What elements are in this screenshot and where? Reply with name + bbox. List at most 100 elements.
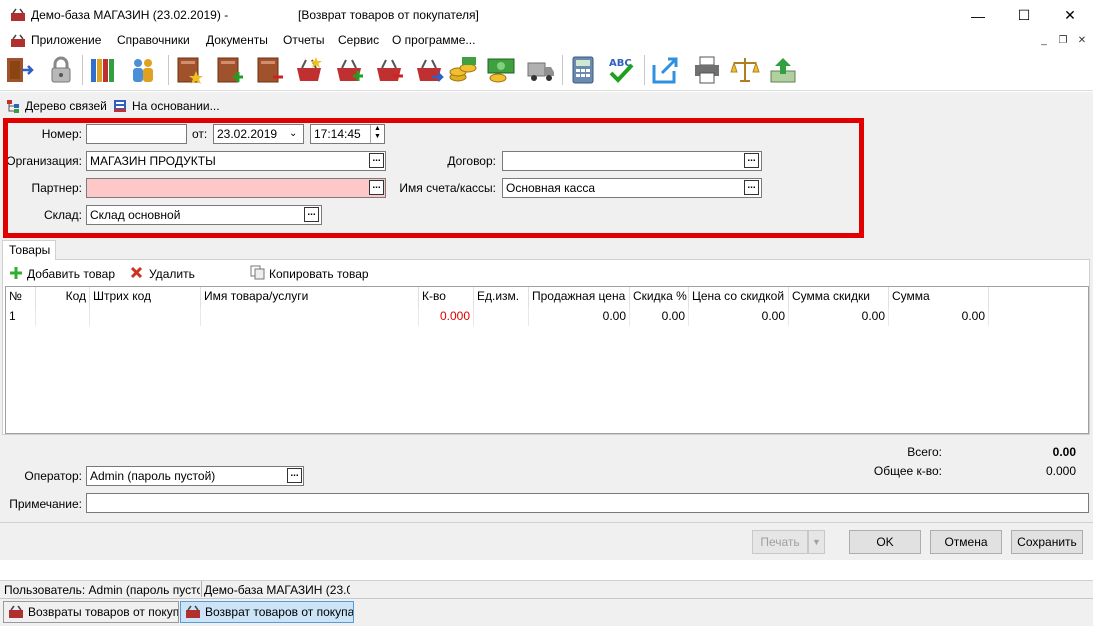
column-header-code[interactable]: Код bbox=[36, 287, 90, 307]
window-document-title: [Возврат товаров от покупателя] bbox=[298, 8, 479, 22]
column-header-discount-sum[interactable]: Сумма скидки bbox=[789, 287, 889, 307]
based-on-icon bbox=[114, 100, 126, 112]
basket-add-icon[interactable] bbox=[334, 55, 364, 85]
mdi-restore-icon[interactable]: ❐ bbox=[1056, 34, 1070, 48]
task-tab-label: Возвраты товаров от покупат bbox=[28, 605, 179, 619]
users-icon[interactable] bbox=[128, 55, 158, 85]
total-qty-value: 0.000 bbox=[1045, 464, 1076, 478]
column-header-unit[interactable]: Ед.изм. bbox=[474, 287, 529, 307]
column-header-sum[interactable]: Сумма bbox=[889, 287, 989, 307]
menu-about[interactable]: О программе... bbox=[392, 33, 475, 47]
organization-label: Организация: bbox=[6, 154, 82, 168]
task-tab-return-document[interactable]: Возврат товаров от покупате bbox=[180, 601, 354, 623]
basket-return-icon[interactable] bbox=[414, 55, 444, 85]
table-cell-discounted-price[interactable]: 0.00 bbox=[689, 307, 789, 326]
money-icon[interactable] bbox=[486, 55, 516, 85]
delivery-truck-icon[interactable] bbox=[526, 55, 556, 85]
partner-select-button[interactable]: ... bbox=[369, 180, 384, 195]
note-field[interactable] bbox=[86, 493, 1089, 513]
column-header-number[interactable]: № bbox=[6, 287, 36, 307]
number-field[interactable] bbox=[86, 124, 187, 144]
basket-icon bbox=[186, 605, 200, 618]
table-cell-code[interactable] bbox=[36, 307, 90, 326]
partner-label: Партнер: bbox=[31, 181, 82, 195]
menu-application[interactable]: Приложение bbox=[31, 33, 101, 47]
print-dropdown-chevron-icon[interactable]: ▼ bbox=[808, 530, 825, 554]
table-cell-sum[interactable]: 0.00 bbox=[889, 307, 989, 326]
column-header-name[interactable]: Имя товара/услуги bbox=[201, 287, 419, 307]
based-on-button[interactable]: На основании... bbox=[132, 99, 220, 113]
total-qty-label: Общее к-во: bbox=[873, 464, 942, 478]
table-cell-qty[interactable]: 0.000 bbox=[419, 307, 474, 326]
contract-select-button[interactable]: ... bbox=[744, 153, 759, 168]
toolbar-separator bbox=[562, 55, 563, 85]
table-cell-barcode[interactable] bbox=[90, 307, 201, 326]
close-button[interactable]: ✕ bbox=[1047, 0, 1093, 31]
add-goods-button[interactable]: Добавить товар bbox=[27, 267, 115, 281]
lock-icon[interactable] bbox=[46, 55, 76, 85]
mdi-close-icon[interactable]: ✕ bbox=[1075, 34, 1089, 48]
partner-field[interactable] bbox=[86, 178, 386, 198]
warehouse-label: Склад: bbox=[43, 208, 82, 222]
column-header-discounted-price[interactable]: Цена со скидкой bbox=[689, 287, 789, 307]
menu-service[interactable]: Сервис bbox=[338, 33, 379, 47]
operator-field[interactable]: Admin (пароль пустой) bbox=[86, 466, 304, 486]
ok-button[interactable]: OK bbox=[849, 530, 921, 554]
note-label: Примечание: bbox=[9, 497, 82, 511]
document-remove-icon[interactable] bbox=[254, 55, 284, 85]
minimize-button[interactable]: — bbox=[955, 0, 1001, 31]
copy-goods-button[interactable]: Копировать товар bbox=[269, 267, 369, 281]
chevron-down-icon[interactable]: ⌄ bbox=[289, 128, 297, 139]
upload-icon[interactable] bbox=[768, 55, 798, 85]
document-star-icon[interactable] bbox=[174, 55, 204, 85]
column-header-qty[interactable]: К-во bbox=[419, 287, 474, 307]
menu-reports[interactable]: Отчеты bbox=[283, 33, 324, 47]
organization-field[interactable]: МАГАЗИН ПРОДУКТЫ bbox=[86, 151, 386, 171]
exit-door-icon[interactable] bbox=[4, 55, 34, 85]
organization-select-button[interactable]: ... bbox=[369, 153, 384, 168]
scales-icon[interactable] bbox=[730, 55, 760, 85]
column-header-sale-price[interactable]: Продажная цена bbox=[529, 287, 630, 307]
basket-remove-icon[interactable] bbox=[374, 55, 404, 85]
time-spinner[interactable]: ▲ ▼ bbox=[370, 125, 384, 143]
menu-documents[interactable]: Документы bbox=[206, 33, 268, 47]
basket-star-icon[interactable] bbox=[294, 55, 324, 85]
printer-icon[interactable] bbox=[692, 55, 722, 85]
table-cell-discount-pct[interactable]: 0.00 bbox=[630, 307, 689, 326]
operator-label: Оператор: bbox=[24, 469, 82, 483]
warehouse-field[interactable]: Склад основной bbox=[86, 205, 322, 225]
table-cell-name[interactable] bbox=[201, 307, 419, 326]
warehouse-select-button[interactable]: ... bbox=[304, 207, 319, 222]
column-header-barcode[interactable]: Штрих код bbox=[90, 287, 201, 307]
account-select-button[interactable]: ... bbox=[744, 180, 759, 195]
table-cell-discount-sum[interactable]: 0.00 bbox=[789, 307, 889, 326]
tree-icon bbox=[7, 100, 19, 113]
toolbar-separator bbox=[82, 55, 83, 85]
column-header-discount-pct[interactable]: Скидка % bbox=[630, 287, 689, 307]
export-icon[interactable] bbox=[650, 55, 680, 85]
table-cell-number[interactable]: 1 bbox=[6, 307, 36, 326]
plus-icon bbox=[10, 267, 22, 279]
coins-icon[interactable] bbox=[448, 55, 478, 85]
operator-select-button[interactable]: ... bbox=[287, 468, 302, 483]
table-cell-unit[interactable] bbox=[474, 307, 529, 326]
account-field[interactable]: Основная касса bbox=[502, 178, 762, 198]
from-label: от: bbox=[192, 127, 208, 141]
calculator-icon[interactable] bbox=[568, 55, 598, 85]
tab-goods[interactable]: Товары bbox=[2, 240, 56, 260]
document-add-icon[interactable] bbox=[214, 55, 244, 85]
contract-field[interactable] bbox=[502, 151, 762, 171]
spellcheck-icon[interactable]: ABC bbox=[606, 55, 636, 85]
table-cell-sale-price[interactable]: 0.00 bbox=[529, 307, 630, 326]
menu-references[interactable]: Справочники bbox=[117, 33, 190, 47]
delete-goods-button[interactable]: Удалить bbox=[149, 267, 195, 281]
task-tab-returns-list[interactable]: Возвраты товаров от покупат bbox=[3, 601, 179, 623]
books-icon[interactable] bbox=[88, 55, 118, 85]
save-button[interactable]: Сохранить bbox=[1011, 530, 1083, 554]
total-value: 0.00 bbox=[1052, 445, 1076, 459]
print-button[interactable]: Печать bbox=[752, 530, 808, 554]
maximize-button[interactable]: ☐ bbox=[1001, 0, 1047, 31]
links-tree-button[interactable]: Дерево связей bbox=[25, 99, 107, 113]
cancel-button[interactable]: Отмена bbox=[930, 530, 1002, 554]
mdi-minimize-icon[interactable]: _ bbox=[1037, 34, 1051, 48]
